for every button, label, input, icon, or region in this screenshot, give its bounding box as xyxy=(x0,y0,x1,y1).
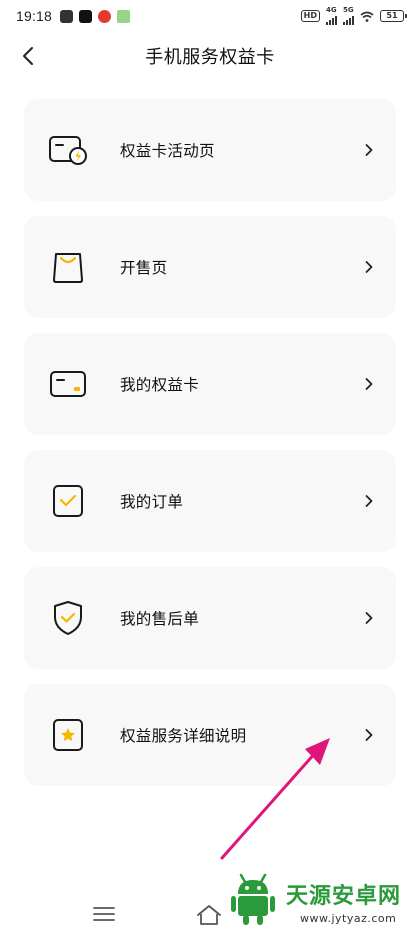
watermark-title: 天源安卓网 xyxy=(286,884,402,909)
chevron-right-icon xyxy=(365,729,373,741)
battery-indicator: 51 xyxy=(380,10,407,22)
header: 手机服务权益卡 xyxy=(0,36,420,76)
app-notification-icon xyxy=(60,9,74,23)
hamburger-icon[interactable] xyxy=(90,904,118,924)
menu-item-label: 我的售后单 xyxy=(120,610,200,628)
signal-4g-icon: 4G xyxy=(326,7,337,25)
wifi-icon xyxy=(360,11,374,22)
menu-item-my-cards[interactable]: 我的权益卡 xyxy=(24,333,396,435)
chevron-right-icon xyxy=(365,378,373,390)
tiktok-notification-icon xyxy=(79,9,93,23)
home-icon[interactable] xyxy=(196,904,222,926)
signal-5g-icon: 5G xyxy=(343,7,354,25)
menu-list: 权益卡活动页 开售页 我的权益卡 我的订单 我的售后单 权益服务详细说明 xyxy=(24,99,396,801)
menu-item-activity-page[interactable]: 权益卡活动页 xyxy=(24,99,396,201)
menu-item-label: 权益卡活动页 xyxy=(120,142,215,160)
card-lightning-icon xyxy=(48,130,88,170)
watermark: 天源安卓网 www.jytyaz.com xyxy=(228,868,420,940)
chevron-right-icon xyxy=(365,612,373,624)
card-icon xyxy=(48,364,88,404)
network-label-1: 4G xyxy=(326,6,337,14)
menu-item-service-details[interactable]: 权益服务详细说明 xyxy=(24,684,396,786)
order-check-icon xyxy=(48,481,88,521)
menu-item-my-orders[interactable]: 我的订单 xyxy=(24,450,396,552)
chevron-right-icon xyxy=(365,495,373,507)
android-robot-logo xyxy=(231,873,275,925)
shield-check-icon xyxy=(48,598,88,638)
status-time: 19:18 xyxy=(16,8,53,24)
menu-item-label: 开售页 xyxy=(120,259,168,277)
chevron-right-icon xyxy=(365,144,373,156)
status-indicators: HD 4G 5G 51 xyxy=(300,7,407,25)
menu-item-after-sales[interactable]: 我的售后单 xyxy=(24,567,396,669)
status-app-icons xyxy=(60,9,131,23)
menu-item-sale-page[interactable]: 开售页 xyxy=(24,216,396,318)
green-app-notification-icon xyxy=(117,9,131,23)
page-title: 手机服务权益卡 xyxy=(145,47,275,68)
network-label-2: 5G xyxy=(343,6,354,14)
hd-badge: HD xyxy=(300,10,320,22)
chevron-right-icon xyxy=(365,261,373,273)
menu-item-label: 我的订单 xyxy=(120,493,184,511)
status-bar: 19:18 HD 4G 5G 51 xyxy=(0,0,420,32)
menu-item-label: 我的权益卡 xyxy=(120,376,200,394)
back-button[interactable] xyxy=(14,42,42,70)
watermark-url: www.jytyaz.com xyxy=(300,912,397,925)
star-doc-icon xyxy=(48,715,88,755)
red-app-notification-icon xyxy=(98,9,112,23)
shopping-bag-icon xyxy=(48,247,88,287)
chevron-left-icon xyxy=(23,47,33,65)
menu-item-label: 权益服务详细说明 xyxy=(120,727,247,745)
